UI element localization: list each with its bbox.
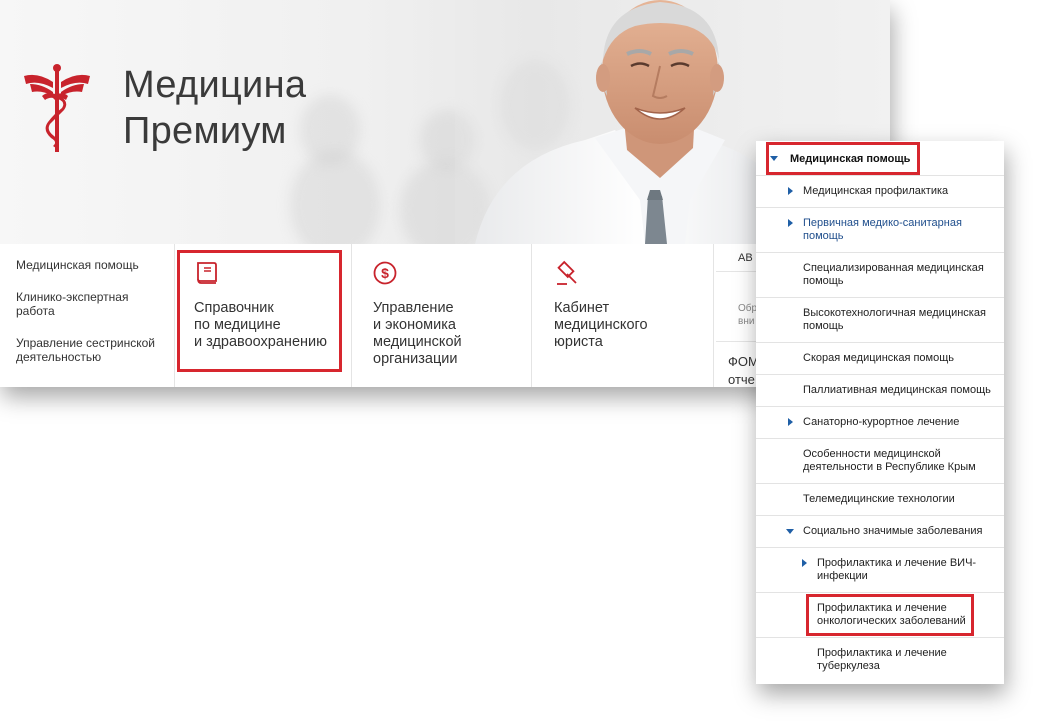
card-lawyer-title: Кабинет медицинского юриста [554, 300, 648, 350]
dollar-icon: $ [373, 261, 397, 285]
tree-item-telemedicine[interactable]: Телемедицинские технологии [756, 484, 1004, 516]
tree-item-specialized-care[interactable]: Специализированная медицинская помощь [756, 253, 1004, 298]
cut-bottom-text-2: отче [728, 372, 755, 387]
link-medical-help[interactable]: Медицинская помощь [16, 258, 166, 272]
tree-item-sanatorium[interactable]: Санаторно-курортное лечение [756, 407, 1004, 439]
caret-right-icon [802, 559, 807, 567]
link-clinical-expert-work[interactable]: Клинико-экспертная работа [16, 290, 166, 318]
highlight-oncology [806, 594, 974, 636]
tree-menu: Медицинская помощь Медицинская профилакт… [756, 141, 1004, 684]
caduceus-logo-icon[interactable] [20, 62, 94, 154]
cut-mid-text: Обр вни [738, 303, 758, 327]
tree-item-emergency-care[interactable]: Скорая медицинская помощь [756, 343, 1004, 375]
tree-subitem-hiv[interactable]: Профилактика и лечение ВИЧ-инфекции [756, 548, 1004, 593]
link-nursing-management[interactable]: Управление сестринской деятельностью [16, 336, 166, 364]
tree-item-crimea[interactable]: Особенности медицинской деятельности в Р… [756, 439, 1004, 484]
brand-name-line2: Премиум [123, 110, 287, 152]
caret-right-icon [788, 418, 793, 426]
caret-right-icon [788, 219, 793, 227]
brand-name-line1: Медицина [123, 64, 307, 106]
highlight-tree-root [766, 142, 920, 175]
tree-item-palliative-care[interactable]: Паллиативная медицинская помощь [756, 375, 1004, 407]
svg-text:$: $ [381, 265, 389, 281]
card-management-title: Управление и экономика медицинской орган… [373, 300, 462, 367]
tree-item-socially-significant[interactable]: Социально значимые заболевания [756, 516, 1004, 548]
left-links-list: Медицинская помощь Клинико-экспертная ра… [0, 244, 175, 387]
card-lawyer[interactable]: Кабинет медицинского юриста [534, 244, 714, 387]
caret-right-icon [788, 187, 793, 195]
card-management[interactable]: $ Управление и экономика медицинской орг… [354, 244, 532, 387]
tree-item-primary-care[interactable]: Первичная медико-санитарная помощь [756, 208, 1004, 253]
cut-bottom-text-1: ФОМ [728, 354, 759, 369]
tree-subitem-tuberculosis[interactable]: Профилактика и лечение туберкулеза [756, 638, 1004, 684]
tree-item-prevention[interactable]: Медицинская профилактика [756, 176, 1004, 208]
gavel-icon [557, 260, 577, 285]
caret-down-icon [786, 529, 794, 534]
highlight-reference-card [177, 250, 342, 372]
brand-name: Медицина Премиум [123, 62, 306, 154]
tree-item-high-tech-care[interactable]: Высокотехнологичная медицинская помощь [756, 298, 1004, 343]
cut-top-text: АВ [738, 252, 753, 264]
